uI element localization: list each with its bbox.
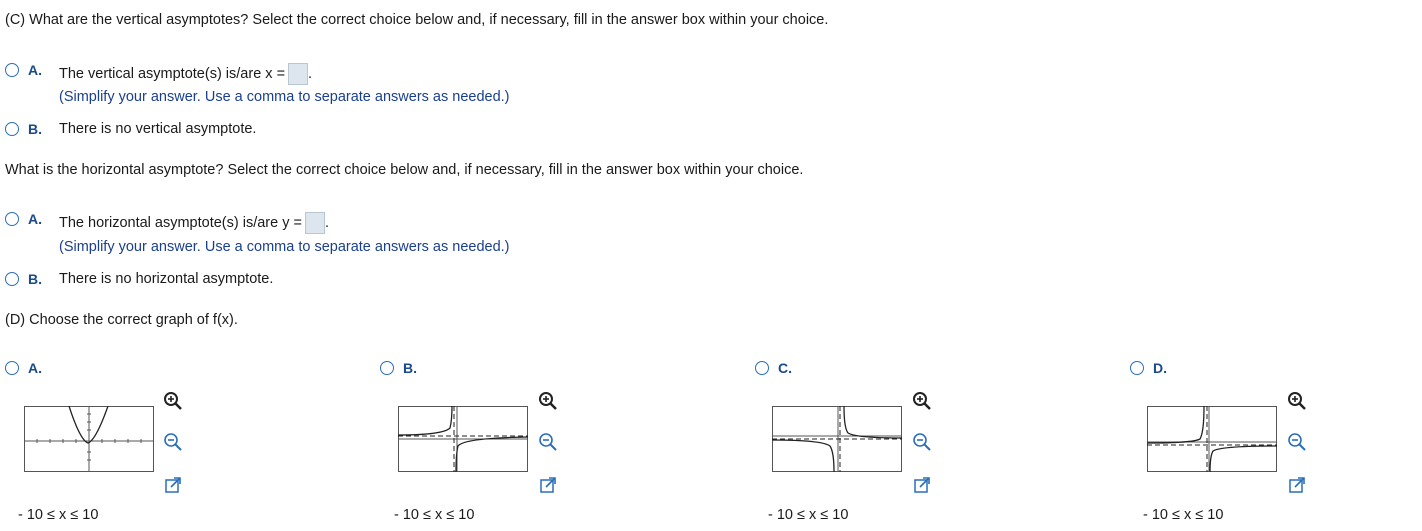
option-letter: A.	[28, 62, 42, 78]
vertical-asymptote-question: (C) What are the vertical asymptotes? Se…	[5, 12, 829, 28]
zoom-in-icon[interactable]	[161, 389, 185, 413]
enlarge-icon[interactable]	[1285, 473, 1309, 497]
vertical-option-a-text-row: The vertical asymptote(s) is/are x =.	[59, 63, 312, 85]
radio-button[interactable]	[5, 63, 19, 77]
enlarge-icon[interactable]	[910, 473, 934, 497]
zoom-in-icon[interactable]	[910, 389, 934, 413]
horizontal-answer-box[interactable]	[304, 212, 325, 234]
graph-option-b[interactable]: B.	[380, 360, 417, 376]
graph-c-thumbnail[interactable]	[772, 406, 902, 472]
zoom-in-icon[interactable]	[1285, 389, 1309, 413]
vertical-option-b[interactable]: B.	[5, 121, 42, 137]
option-letter: D.	[1153, 360, 1167, 376]
enlarge-icon[interactable]	[161, 473, 185, 497]
option-letter: B.	[403, 360, 417, 376]
vertical-answer-box[interactable]	[288, 63, 309, 85]
zoom-out-icon[interactable]	[536, 430, 560, 454]
radio-button[interactable]	[755, 361, 769, 375]
option-text: The vertical asymptote(s) is/are x =	[59, 65, 286, 82]
option-text: There is no vertical asymptote.	[59, 121, 257, 137]
option-letter: A.	[28, 211, 42, 227]
zoom-in-icon[interactable]	[536, 389, 560, 413]
graph-a-range: - 10 ≤ x ≤ 10	[18, 507, 99, 523]
option-text: The horizontal asymptote(s) is/are y =	[59, 214, 302, 231]
radio-button[interactable]	[380, 361, 394, 375]
zoom-out-icon[interactable]	[161, 430, 185, 454]
graph-d-range: - 10 ≤ x ≤ 10	[1143, 507, 1224, 523]
graph-a-thumbnail[interactable]	[24, 406, 154, 472]
zoom-out-icon[interactable]	[1285, 430, 1309, 454]
vertical-hint: (Simplify your answer. Use a comma to se…	[59, 89, 510, 105]
radio-button[interactable]	[5, 122, 19, 136]
graph-c-range: - 10 ≤ x ≤ 10	[768, 507, 849, 523]
radio-button[interactable]	[1130, 361, 1144, 375]
horizontal-option-a[interactable]: A.	[5, 211, 42, 227]
option-letter: B.	[28, 121, 42, 137]
radio-button[interactable]	[5, 212, 19, 226]
horizontal-hint: (Simplify your answer. Use a comma to se…	[59, 239, 510, 255]
option-letter: A.	[28, 360, 42, 376]
graph-d-thumbnail[interactable]	[1147, 406, 1277, 472]
horizontal-option-b[interactable]: B.	[5, 271, 42, 287]
graph-option-d[interactable]: D.	[1130, 360, 1167, 376]
graph-option-a[interactable]: A.	[5, 360, 42, 376]
option-letter: B.	[28, 271, 42, 287]
graph-option-c[interactable]: C.	[755, 360, 792, 376]
enlarge-icon[interactable]	[536, 473, 560, 497]
vertical-option-a[interactable]: A.	[5, 62, 42, 78]
radio-button[interactable]	[5, 272, 19, 286]
horizontal-asymptote-question: What is the horizontal asymptote? Select…	[5, 162, 804, 178]
graph-b-thumbnail[interactable]	[398, 406, 528, 472]
option-text: There is no horizontal asymptote.	[59, 271, 274, 287]
option-letter: C.	[778, 360, 792, 376]
horizontal-option-a-text-row: The horizontal asymptote(s) is/are y =.	[59, 212, 329, 234]
zoom-out-icon[interactable]	[910, 430, 934, 454]
radio-button[interactable]	[5, 361, 19, 375]
graph-b-range: - 10 ≤ x ≤ 10	[394, 507, 475, 523]
choose-graph-question: (D) Choose the correct graph of f(x).	[5, 312, 238, 328]
